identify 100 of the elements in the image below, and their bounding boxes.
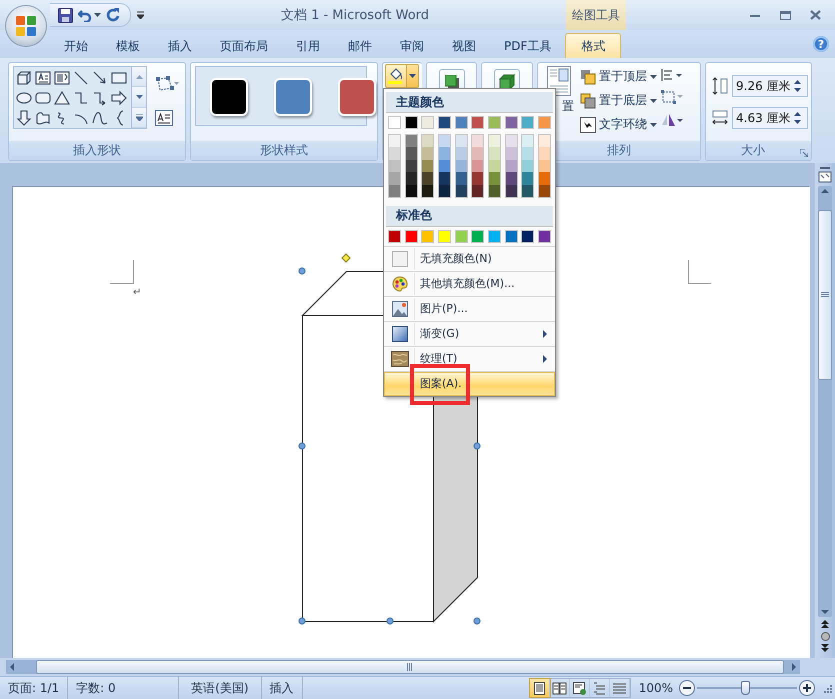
color-swatch[interactable] <box>454 230 468 243</box>
color-swatch[interactable] <box>406 147 417 160</box>
color-swatch[interactable] <box>406 160 417 172</box>
color-swatch[interactable] <box>456 184 467 197</box>
color-swatch[interactable] <box>438 184 450 197</box>
color-swatch[interactable] <box>404 116 418 129</box>
arrow-icon[interactable] <box>92 70 108 86</box>
color-swatch[interactable] <box>538 184 550 197</box>
group-icon[interactable] <box>661 90 683 104</box>
color-swatch[interactable] <box>472 135 484 148</box>
color-swatch[interactable] <box>456 172 467 185</box>
color-swatch[interactable] <box>406 172 417 185</box>
color-swatch[interactable] <box>522 172 534 185</box>
ribbon-tab[interactable]: 审阅 <box>386 33 438 58</box>
dialog-launcher-icon[interactable] <box>800 149 808 157</box>
color-swatch[interactable] <box>522 147 534 160</box>
color-swatch[interactable] <box>488 116 501 129</box>
color-swatch[interactable] <box>422 184 434 197</box>
color-swatch[interactable] <box>389 172 400 185</box>
customize-toolbar-icon[interactable] <box>137 11 144 19</box>
color-swatch[interactable] <box>522 184 534 197</box>
color-swatch[interactable] <box>488 230 501 243</box>
menu-item[interactable]: 图案(A). <box>384 372 555 396</box>
color-swatch[interactable] <box>471 116 484 129</box>
color-swatch[interactable] <box>522 135 534 148</box>
color-swatch[interactable] <box>521 116 534 129</box>
color-swatch[interactable] <box>389 160 400 172</box>
triangle-icon[interactable] <box>54 90 70 106</box>
color-swatch[interactable] <box>388 116 401 129</box>
elbow-arrow-icon[interactable] <box>92 90 108 106</box>
color-swatch[interactable] <box>438 160 450 172</box>
color-swatch[interactable] <box>488 184 500 197</box>
color-swatch[interactable] <box>506 172 517 185</box>
selection-handle[interactable] <box>386 618 394 624</box>
selection-handle[interactable] <box>298 268 306 274</box>
zoom-in-button[interactable] <box>799 680 815 696</box>
align-icon[interactable] <box>661 69 683 81</box>
spin-up-icon[interactable] <box>794 80 801 84</box>
color-swatch[interactable] <box>438 230 451 243</box>
next-page-icon[interactable] <box>821 644 829 653</box>
shape-style-swatch[interactable] <box>274 78 312 116</box>
color-swatch[interactable] <box>421 230 434 243</box>
ribbon-tab[interactable]: 邮件 <box>334 33 386 58</box>
arrange-button[interactable]: 置于底层 <box>580 91 657 110</box>
arrange-button[interactable]: 文字环绕 <box>580 115 657 134</box>
curve-icon[interactable] <box>92 110 108 126</box>
rotate-icon[interactable] <box>661 113 683 127</box>
ribbon-tab[interactable]: 视图 <box>438 33 490 58</box>
color-swatch[interactable] <box>438 147 450 160</box>
text-box-icon[interactable] <box>155 110 173 126</box>
color-swatch[interactable] <box>404 230 418 243</box>
color-swatch[interactable] <box>506 147 517 160</box>
color-swatch[interactable] <box>421 116 434 129</box>
color-swatch[interactable] <box>538 116 551 129</box>
color-swatch[interactable] <box>538 230 551 243</box>
color-swatch[interactable] <box>389 147 400 160</box>
line-icon[interactable] <box>73 70 89 86</box>
redo-icon[interactable] <box>106 8 120 22</box>
elbow-connector-icon[interactable] <box>73 90 89 106</box>
gallery-more-button[interactable] <box>132 108 146 128</box>
color-swatch[interactable] <box>538 147 550 160</box>
color-swatch[interactable] <box>504 116 518 129</box>
selection-handle[interactable] <box>474 618 480 624</box>
color-swatch[interactable] <box>456 135 467 148</box>
undo-icon[interactable] <box>78 8 92 22</box>
ribbon-tab[interactable]: 引用 <box>282 33 334 58</box>
color-swatch[interactable] <box>438 116 451 129</box>
rounded-rectangle-icon[interactable] <box>35 90 51 106</box>
ribbon-tab[interactable]: 插入 <box>154 33 206 58</box>
color-swatch[interactable] <box>389 135 400 148</box>
menu-item[interactable]: 图片(P)... <box>384 296 555 321</box>
office-button[interactable] <box>6 6 46 46</box>
color-swatch[interactable] <box>488 135 500 148</box>
shape-style-swatch[interactable] <box>210 78 248 116</box>
color-swatch[interactable] <box>454 116 468 129</box>
color-swatch[interactable] <box>538 160 550 172</box>
resize-grip-icon[interactable] <box>823 684 832 692</box>
color-swatch[interactable] <box>488 160 500 172</box>
vertical-text-box-icon[interactable] <box>54 70 70 86</box>
color-swatch[interactable] <box>472 184 484 197</box>
color-swatch[interactable] <box>472 172 484 185</box>
color-swatch[interactable] <box>406 135 417 148</box>
ribbon-tab[interactable]: PDF工具 <box>490 33 566 58</box>
color-swatch[interactable] <box>472 147 484 160</box>
scrollbar-thumb[interactable] <box>818 210 832 380</box>
shape-height-field[interactable]: 9.26 厘米 <box>732 75 808 97</box>
color-swatch[interactable] <box>438 135 450 148</box>
edit-shape-icon[interactable] <box>155 76 179 92</box>
selection-handle[interactable] <box>474 442 480 450</box>
color-swatch[interactable] <box>422 147 434 160</box>
color-swatch[interactable] <box>438 172 450 185</box>
wave-shape-icon[interactable] <box>35 110 51 126</box>
color-swatch[interactable] <box>538 172 550 185</box>
color-swatch[interactable] <box>456 160 467 172</box>
color-swatch[interactable] <box>406 184 417 197</box>
zoom-level[interactable]: 100% <box>638 681 673 695</box>
ribbon-tab[interactable]: 开始 <box>50 33 102 58</box>
gallery-down-button[interactable] <box>132 87 146 108</box>
help-button[interactable]: ? <box>813 36 829 52</box>
adjustment-handle[interactable] <box>341 253 351 263</box>
